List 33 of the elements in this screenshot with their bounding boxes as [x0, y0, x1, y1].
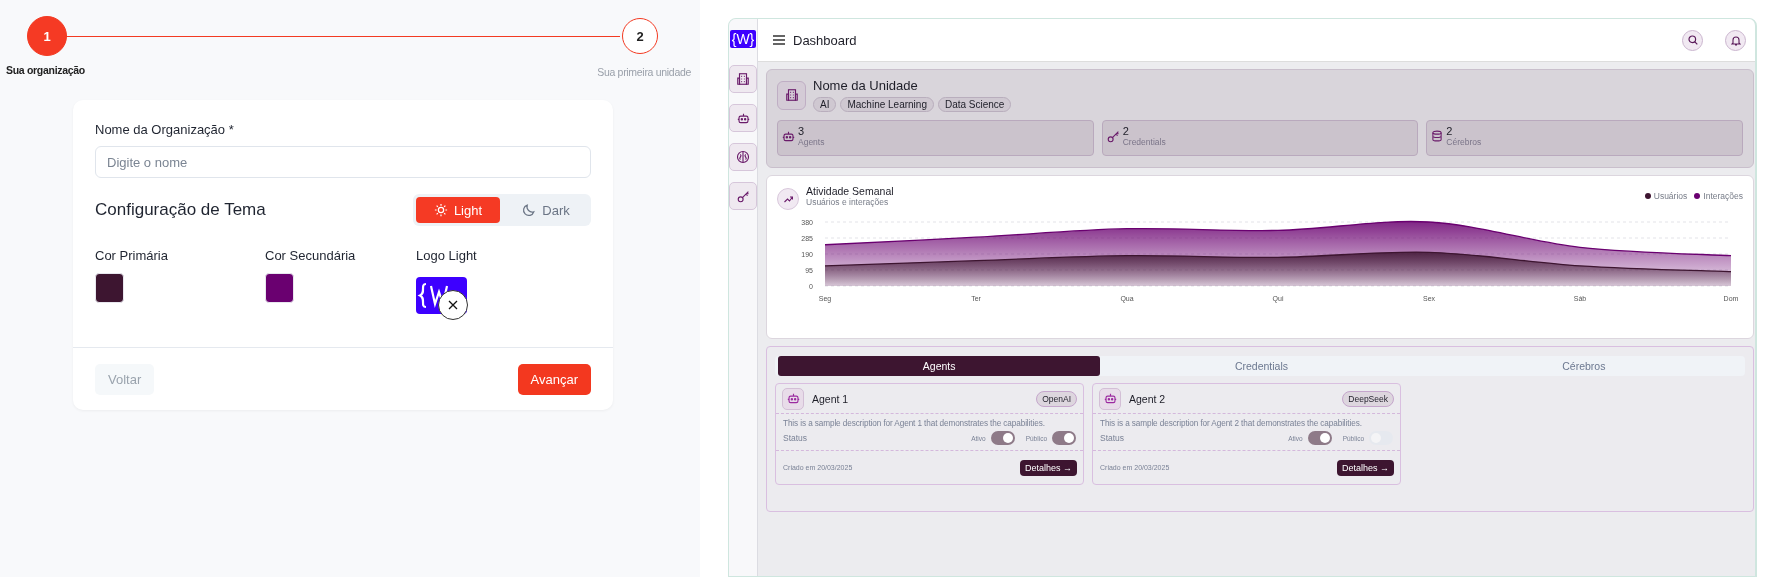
agent-description: This is a sample description for Agent 1 that demonstrates the capabilities.	[783, 419, 1046, 428]
field-label: Logo Light	[416, 248, 478, 263]
provider-label: DeepSeek	[1342, 390, 1394, 407]
stat-label: Agents	[798, 137, 825, 147]
step-number: 2	[622, 18, 658, 54]
legend-label: Interações	[1703, 191, 1743, 201]
tag: Data Science	[937, 97, 1012, 112]
tag: AI	[813, 97, 837, 112]
agent-name: Agent 2	[1129, 392, 1167, 405]
agent-description: This is a sample description for Agent 2 that demonstrates the capabilities.	[1100, 419, 1363, 428]
status-label: Status	[1100, 433, 1126, 443]
page-title: Dashboard	[793, 32, 858, 48]
stat-value: 3	[798, 126, 806, 137]
legend-label: Usuários	[1653, 191, 1688, 201]
stat-value: 2	[1122, 126, 1130, 137]
stat-value: 2	[1446, 126, 1454, 137]
field-label: Cor Primária	[95, 248, 169, 263]
app-logo: {W}	[729, 30, 757, 48]
section-title: Configuração de Tema	[95, 200, 266, 220]
step-label: Sua organização	[6, 64, 85, 76]
tag: Machine Learning	[840, 97, 934, 112]
status-label: Status	[783, 433, 809, 443]
stat-label: Cérebros	[1446, 137, 1482, 147]
unit-name: Nome da Unidade	[813, 78, 919, 93]
chart-subtitle: Usuários e interações	[806, 197, 890, 207]
agent-name: Agent 1	[812, 392, 850, 405]
step-label: Sua primeira unidade	[597, 66, 691, 78]
field-label: Nome da Organização *	[95, 122, 235, 137]
stat-label: Credentials	[1122, 137, 1166, 147]
chart-title: Atividade Semanal	[806, 185, 894, 197]
field-label: Cor Secundária	[265, 248, 357, 263]
step-number: 1	[27, 16, 67, 56]
provider-label: OpenAI	[1036, 390, 1077, 407]
